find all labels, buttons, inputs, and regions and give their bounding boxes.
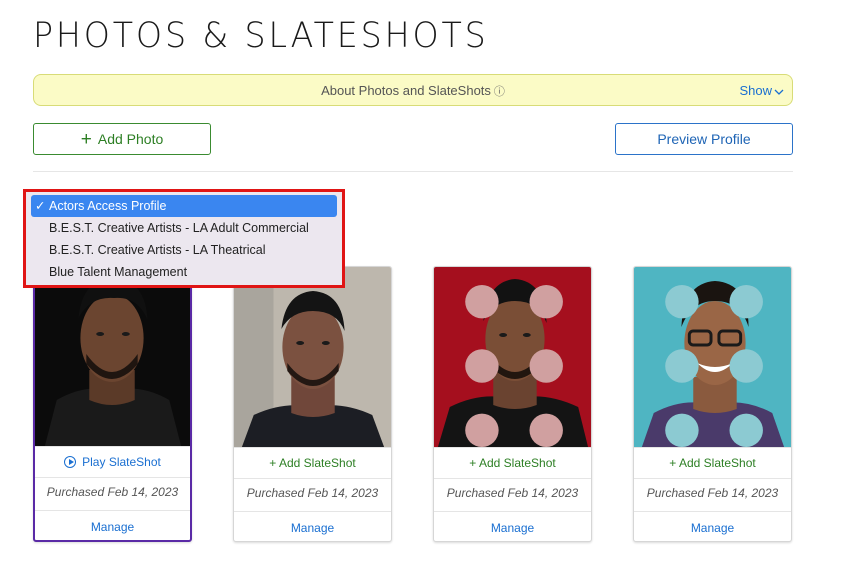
photo-card[interactable]: Play SlateShot Purchased Feb 14, 2023 Ma…	[33, 266, 192, 542]
preview-profile-button[interactable]: Preview Profile	[615, 123, 793, 155]
add-slateshot-button[interactable]: + Add SlateShot	[434, 447, 591, 479]
purchased-date: Purchased Feb 14, 2023	[446, 486, 579, 500]
option-label: B.E.S.T. Creative Artists - LA Adult Com…	[49, 221, 309, 235]
show-toggle-button[interactable]: Show	[739, 83, 784, 98]
add-photo-label: Add Photo	[97, 131, 164, 147]
option-label: B.E.S.T. Creative Artists - LA Theatrica…	[49, 243, 266, 257]
divider	[33, 171, 793, 172]
purchased-date: Purchased Feb 14, 2023	[246, 486, 379, 500]
chevron-down-icon	[774, 86, 784, 98]
dropdown-option[interactable]: ✓ Actors Access Profile	[31, 195, 337, 217]
option-label: Actors Access Profile	[49, 199, 167, 213]
purchased-date: Purchased Feb 14, 2023	[46, 485, 179, 499]
drag-handle-icon[interactable]	[642, 276, 791, 447]
headshot-photo[interactable]	[634, 267, 791, 447]
manage-link[interactable]: Manage	[634, 511, 791, 541]
profile-dropdown-menu[interactable]: ✓ Actors Access Profile B.E.S.T. Creativ…	[23, 189, 345, 288]
drag-handle-icon[interactable]	[442, 276, 591, 447]
add-slateshot-button[interactable]: + Add SlateShot	[634, 447, 791, 479]
headshot-photo[interactable]	[234, 267, 391, 447]
add-photo-button[interactable]: + Add Photo	[33, 123, 211, 155]
show-label: Show	[739, 83, 772, 98]
headshot-photo[interactable]	[434, 267, 591, 447]
add-slateshot-button[interactable]: + Add SlateShot	[234, 447, 391, 479]
headshot-photo[interactable]	[35, 268, 190, 446]
photo-card[interactable]: + Add SlateShot Purchased Feb 14, 2023 M…	[633, 266, 792, 542]
dropdown-option[interactable]: B.E.S.T. Creative Artists - LA Adult Com…	[31, 217, 337, 239]
banner-text: About Photos and SlateShots	[321, 83, 491, 98]
preview-profile-label: Preview Profile	[657, 131, 751, 147]
dropdown-option[interactable]: B.E.S.T. Creative Artists - LA Theatrica…	[31, 239, 337, 261]
plus-icon: +	[80, 128, 92, 150]
dropdown-option[interactable]: Blue Talent Management	[31, 261, 337, 283]
purchased-date: Purchased Feb 14, 2023	[646, 486, 779, 500]
play-slateshot-button[interactable]: Play SlateShot	[35, 446, 190, 478]
manage-link[interactable]: Manage	[434, 511, 591, 541]
photo-card[interactable]: + Add SlateShot Purchased Feb 14, 2023 M…	[433, 266, 592, 542]
photo-card[interactable]: + Add SlateShot Purchased Feb 14, 2023 M…	[233, 266, 392, 542]
info-icon: ⓘ	[493, 86, 505, 98]
checkmark-icon: ✓	[35, 199, 46, 213]
manage-link[interactable]: Manage	[35, 510, 190, 540]
page-title: PHOTOS & SLATESHOTS	[33, 16, 489, 56]
play-icon	[64, 456, 77, 468]
about-banner: About Photos and SlateShots ⓘ Show	[33, 74, 793, 106]
manage-link[interactable]: Manage	[234, 511, 391, 541]
slateshot-label: Play SlateShot	[82, 455, 161, 469]
option-label: Blue Talent Management	[49, 265, 188, 279]
